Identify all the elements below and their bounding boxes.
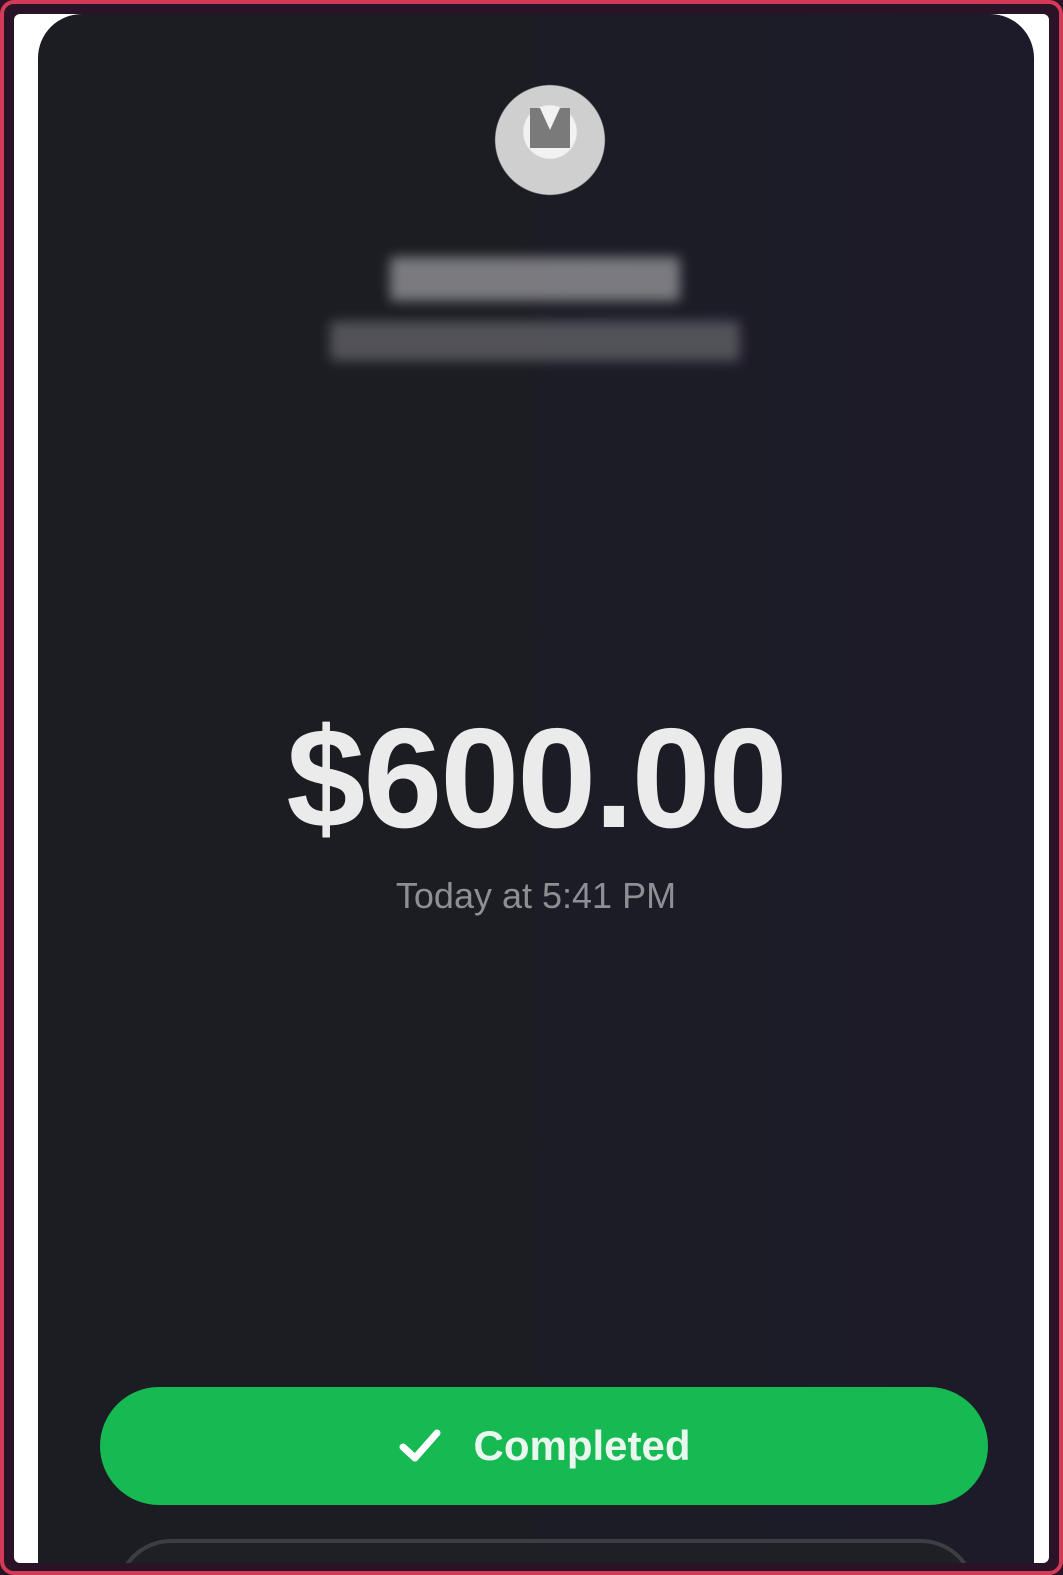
recipient-handle-redacted [330,321,740,361]
avatar-icon [530,108,570,148]
image-frame: $600.00 Today at 5:41 PM Completed [0,0,1063,1575]
secondary-action-button[interactable] [116,1539,976,1563]
checkmark-icon [399,1429,441,1462]
image-inner: $600.00 Today at 5:41 PM Completed [14,14,1049,1563]
payment-detail-screen: $600.00 Today at 5:41 PM Completed [38,14,1034,1563]
avatar [470,60,630,220]
status-label: Completed [473,1422,691,1469]
payment-amount: $600.00 [286,699,787,858]
recipient-name-redacted [390,257,680,301]
payment-timestamp: Today at 5:41 PM [395,875,677,916]
completed-status-button[interactable]: Completed [100,1387,988,1505]
